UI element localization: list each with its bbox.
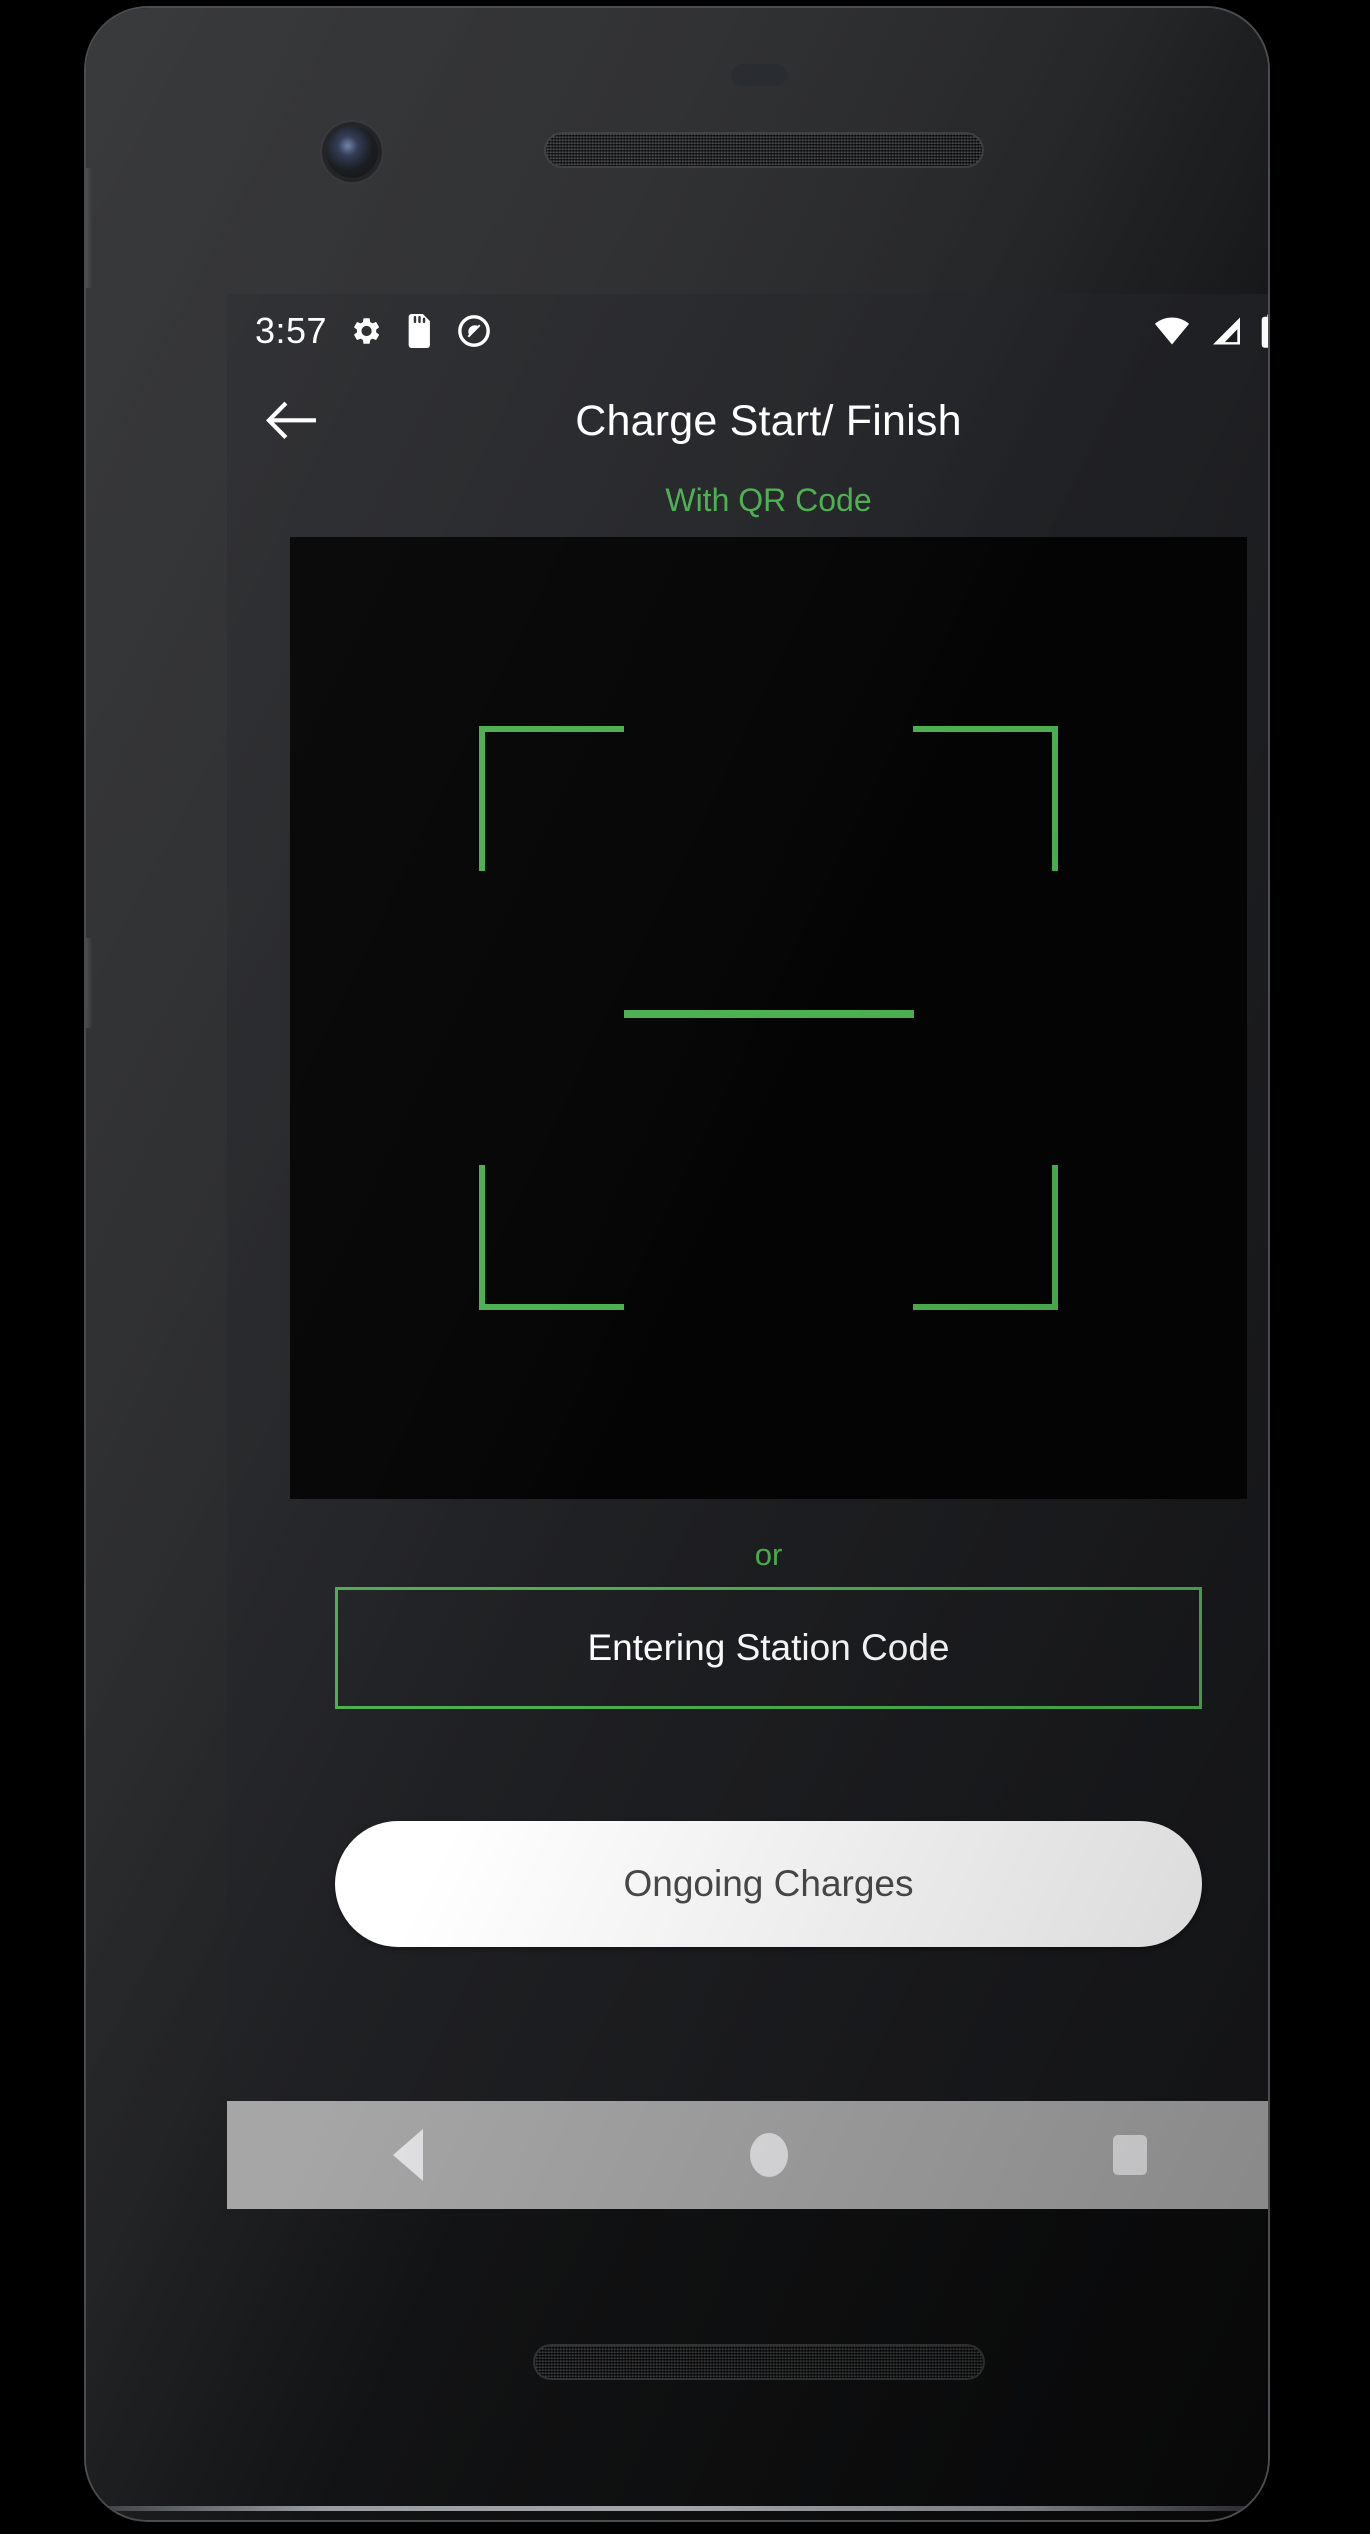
- viewfinder-corner-top-left: [479, 726, 624, 871]
- gear-icon: [349, 314, 383, 348]
- viewfinder-corner-bottom-left: [479, 1165, 624, 1310]
- proximity-sensor-icon: [731, 64, 787, 86]
- nav-back-button[interactable]: [348, 2101, 468, 2209]
- left-antenna-band: [86, 168, 92, 288]
- status-bar-clock: 3:57: [255, 310, 328, 351]
- battery-icon: [1260, 314, 1268, 348]
- nav-recents-button[interactable]: [1070, 2101, 1190, 2209]
- left-antenna-band-2: [86, 938, 92, 1028]
- nav-back-icon: [392, 2129, 423, 2181]
- qr-scanner-viewfinder[interactable]: [290, 537, 1247, 1499]
- wifi-icon: [1154, 316, 1190, 346]
- earpiece-speaker-grille-icon: [544, 132, 984, 168]
- phone-screen: 3:57 Charge Start/ Finish With QR Code o…: [227, 294, 1268, 2209]
- phone-bottom-edge: [86, 2506, 1268, 2511]
- back-arrow-icon[interactable]: [257, 388, 323, 454]
- screenshot-stage: 3:57 Charge Start/ Finish With QR Code o…: [0, 0, 1370, 2534]
- bottom-speaker-grille-icon: [533, 2344, 985, 2380]
- scan-line-indicator: [623, 1010, 914, 1018]
- front-camera-icon: [326, 126, 378, 178]
- status-bar: 3:57: [227, 294, 1268, 368]
- viewfinder-corner-top-right: [913, 726, 1058, 871]
- status-bar-left: 3:57: [255, 310, 491, 352]
- qr-mode-subtitle: With QR Code: [665, 482, 872, 518]
- nav-recents-icon: [1112, 2135, 1147, 2175]
- app-bar: Charge Start/ Finish: [227, 368, 1268, 474]
- status-bar-right: [1154, 314, 1268, 348]
- viewfinder-corner-bottom-right: [913, 1165, 1058, 1310]
- or-separator-label: or: [754, 1537, 783, 1572]
- nav-home-icon: [749, 2133, 788, 2177]
- cellular-signal-icon: [1208, 316, 1242, 346]
- do-not-disturb-icon: [457, 314, 491, 348]
- nav-home-button[interactable]: [709, 2101, 829, 2209]
- android-navigation-bar: [227, 2101, 1268, 2209]
- ongoing-charges-button[interactable]: Ongoing Charges: [335, 1821, 1202, 1947]
- sd-card-icon: [405, 314, 435, 348]
- entering-station-code-button[interactable]: Entering Station Code: [335, 1587, 1202, 1709]
- page-title: Charge Start/ Finish: [575, 396, 962, 445]
- phone-body: 3:57 Charge Start/ Finish With QR Code o…: [86, 8, 1268, 2520]
